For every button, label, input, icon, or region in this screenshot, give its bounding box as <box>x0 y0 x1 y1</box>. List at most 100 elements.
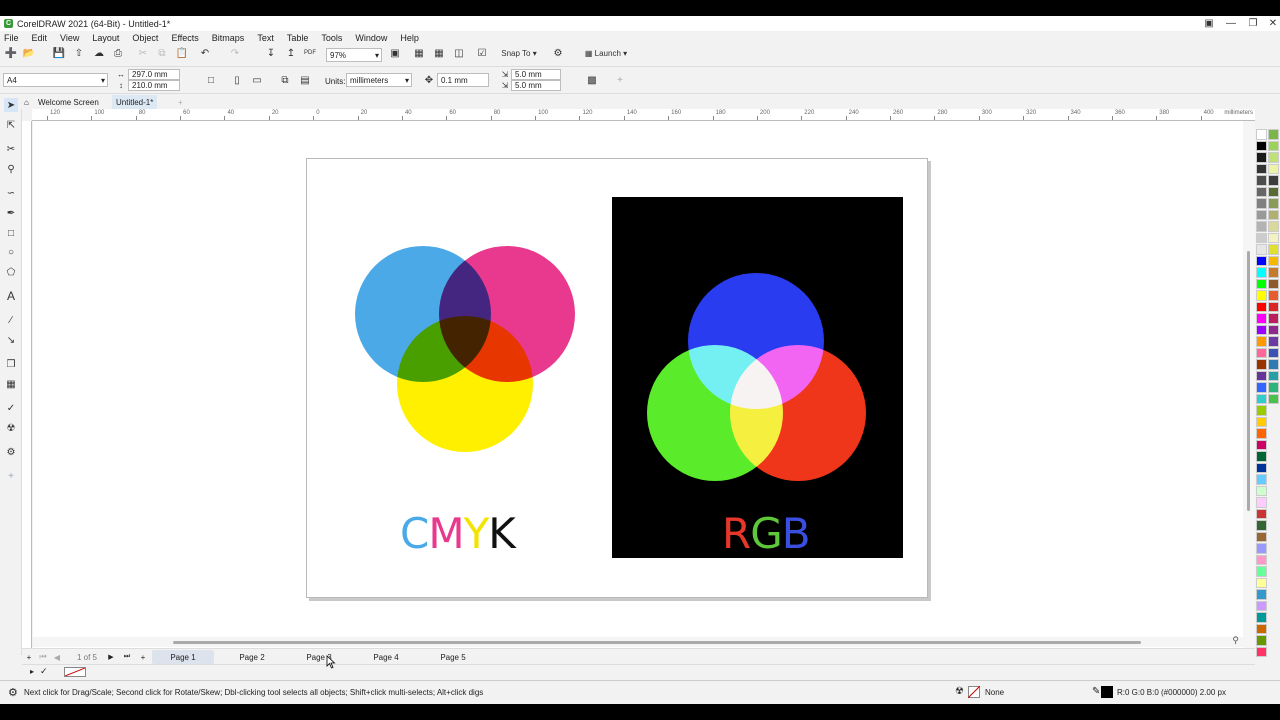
rectangle-tool-icon[interactable]: □ <box>4 226 18 240</box>
palette-swatch[interactable] <box>1256 508 1267 519</box>
palette-swatch[interactable] <box>1268 359 1279 370</box>
no-fill-swatch[interactable] <box>64 667 86 677</box>
palette-swatch[interactable] <box>1256 531 1267 542</box>
crop-tool-icon[interactable]: ✂ <box>4 142 18 156</box>
palette-swatch[interactable] <box>1256 267 1267 278</box>
show-rulers-icon[interactable]: ▦ <box>412 45 426 61</box>
palette-swatch[interactable] <box>1256 612 1267 623</box>
last-page-icon[interactable]: ⏭ <box>122 650 132 664</box>
palette-swatch[interactable] <box>1256 244 1267 255</box>
new-tab-icon[interactable]: + <box>174 95 187 109</box>
palette-swatch[interactable] <box>1256 485 1267 496</box>
copy-icon[interactable]: ⧉ <box>155 45 169 61</box>
vertical-scrollbar[interactable] <box>1243 121 1255 652</box>
show-grid-icon[interactable]: ▦ <box>432 45 446 61</box>
new-document-icon[interactable]: ➕ <box>4 45 18 61</box>
menu-file[interactable]: File <box>4 33 19 43</box>
palette-expand-icon[interactable]: ▸ <box>30 667 34 676</box>
cut-icon[interactable]: ✂ <box>136 45 150 61</box>
restore-tabs-icon[interactable]: ▣ <box>1198 16 1220 31</box>
maximize-button[interactable]: ❐ <box>1242 16 1264 31</box>
open-icon[interactable]: 📂 <box>22 45 36 61</box>
nudge-distance-field[interactable]: 0.1 mm <box>437 73 489 87</box>
vertical-scroll-thumb[interactable] <box>1247 251 1250 511</box>
palette-swatch[interactable] <box>1268 209 1279 220</box>
palette-swatch[interactable] <box>1256 451 1267 462</box>
menu-view[interactable]: View <box>60 33 79 43</box>
landscape-icon[interactable]: ▭ <box>250 72 264 88</box>
palette-swatch[interactable] <box>1268 163 1279 174</box>
tab-untitled-1[interactable]: Untitled-1* <box>112 95 158 109</box>
palette-swatch[interactable] <box>1268 382 1279 393</box>
menu-window[interactable]: Window <box>355 33 387 43</box>
tab-page-5[interactable]: Page 5 <box>423 650 483 664</box>
freehand-tool-icon[interactable]: ∽ <box>4 186 18 200</box>
palette-swatch[interactable] <box>1268 244 1279 255</box>
gear-icon[interactable]: ⚙ <box>8 686 18 699</box>
tab-welcome-screen[interactable]: Welcome Screen <box>34 95 103 109</box>
transparency-tool-icon[interactable]: ▦ <box>4 377 18 391</box>
horizontal-scrollbar[interactable]: ⚲ <box>33 635 1243 647</box>
palette-swatch[interactable] <box>1268 324 1279 335</box>
page-width-field[interactable]: 297.0 mm <box>128 69 180 80</box>
palette-swatch[interactable] <box>1268 301 1279 312</box>
rgb-circles-graphic[interactable] <box>640 266 875 486</box>
palette-swatch[interactable] <box>1256 209 1267 220</box>
palette-swatch[interactable] <box>1256 566 1267 577</box>
eyedropper-tool-icon[interactable]: ✓ <box>4 401 18 415</box>
palette-swatch[interactable] <box>1256 347 1267 358</box>
tab-page-2[interactable]: Page 2 <box>222 650 282 664</box>
palette-swatch[interactable] <box>1256 439 1267 450</box>
palette-swatch[interactable] <box>1268 267 1279 278</box>
outline-color-swatch[interactable] <box>1101 686 1113 698</box>
previous-page-icon[interactable]: ◀ <box>52 650 62 664</box>
cloud-icon[interactable]: ☁ <box>92 45 106 61</box>
palette-swatch[interactable] <box>1256 301 1267 312</box>
menu-effects[interactable]: Effects <box>171 33 198 43</box>
palette-swatch[interactable] <box>1256 255 1267 266</box>
palette-swatch[interactable] <box>1268 232 1279 243</box>
palette-swatch[interactable] <box>1256 370 1267 381</box>
palette-swatch[interactable] <box>1256 382 1267 393</box>
page-layout-icon[interactable]: ⧉ <box>278 72 292 88</box>
all-pages-icon[interactable]: □ <box>204 72 218 88</box>
palette-swatch[interactable] <box>1268 152 1279 163</box>
zoom-tool-icon[interactable]: ⚲ <box>4 162 18 176</box>
palette-swatch[interactable] <box>1268 129 1279 140</box>
menu-tools[interactable]: Tools <box>321 33 342 43</box>
alignment-guides-icon[interactable]: ☑ <box>475 45 489 61</box>
palette-swatch[interactable] <box>1256 221 1267 232</box>
palette-swatch[interactable] <box>1256 336 1267 347</box>
palette-swatch[interactable] <box>1256 623 1267 634</box>
interactive-fill-icon[interactable]: ☢ <box>4 421 18 435</box>
palette-swatch[interactable] <box>1268 140 1279 151</box>
full-screen-icon[interactable]: ▣ <box>388 45 402 61</box>
menu-bitmaps[interactable]: Bitmaps <box>212 33 245 43</box>
text-tool-icon[interactable]: A <box>4 289 18 303</box>
palette-swatch[interactable] <box>1268 336 1279 347</box>
palette-swatch[interactable] <box>1256 635 1267 646</box>
menu-table[interactable]: Table <box>287 33 309 43</box>
eyedropper-icon[interactable]: ✓ <box>40 666 48 677</box>
menu-text[interactable]: Text <box>257 33 274 43</box>
vertical-ruler[interactable] <box>22 121 32 651</box>
tab-page-3[interactable]: Page 3 <box>289 650 349 664</box>
treat-as-filled-icon[interactable]: ▩ <box>585 72 599 88</box>
tab-page-1[interactable]: Page 1 <box>152 650 214 664</box>
drop-shadow-icon[interactable]: ❒ <box>4 357 18 371</box>
show-guidelines-icon[interactable]: ◫ <box>452 45 466 61</box>
palette-swatch[interactable] <box>1256 140 1267 151</box>
palette-swatch[interactable] <box>1256 278 1267 289</box>
pick-tool-icon[interactable]: ➤ <box>4 98 18 112</box>
palette-swatch[interactable] <box>1256 232 1267 243</box>
palette-swatch[interactable] <box>1268 221 1279 232</box>
paste-icon[interactable]: 📋 <box>175 45 189 61</box>
palette-swatch[interactable] <box>1256 474 1267 485</box>
palette-swatch[interactable] <box>1268 393 1279 404</box>
palette-swatch[interactable] <box>1256 428 1267 439</box>
palette-swatch[interactable] <box>1256 324 1267 335</box>
page-height-field[interactable]: 210.0 mm <box>128 80 180 91</box>
palette-swatch[interactable] <box>1256 600 1267 611</box>
ellipse-tool-icon[interactable]: ○ <box>4 245 18 259</box>
palette-swatch[interactable] <box>1256 186 1267 197</box>
